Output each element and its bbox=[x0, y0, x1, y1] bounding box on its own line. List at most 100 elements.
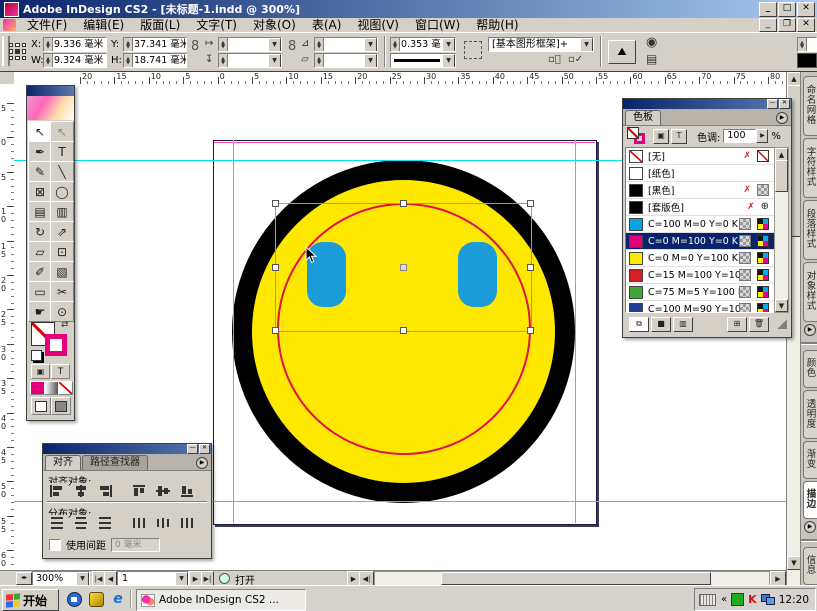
horizontal-scrollbar-thumb[interactable] bbox=[441, 572, 711, 585]
swap-fill-stroke-icon[interactable]: ⇄ bbox=[61, 320, 69, 330]
scroll-down-icon[interactable]: ▼ bbox=[787, 556, 801, 570]
prev-page-icon[interactable]: ◀ bbox=[104, 571, 117, 586]
scissors-tool-icon[interactable]: ✂ bbox=[50, 281, 74, 302]
selection-tool-icon[interactable]: ↖ bbox=[28, 121, 52, 142]
align-vcenter-button[interactable] bbox=[153, 483, 173, 498]
rotation-field[interactable]: ▲▼▼ bbox=[314, 37, 378, 52]
height-field[interactable]: ▲▼ 18.741 毫米 bbox=[123, 53, 187, 68]
quicklaunch-show-desktop-icon[interactable] bbox=[66, 591, 82, 607]
formatting-affects-container-button[interactable]: ▣ bbox=[31, 364, 50, 379]
direct-selection-tool-icon[interactable]: ↖ bbox=[50, 121, 74, 142]
eyedropper-tool-icon[interactable]: ✐ bbox=[28, 261, 52, 282]
align-right-button[interactable] bbox=[95, 483, 115, 498]
swatches-close-icon[interactable]: ✕ bbox=[779, 99, 790, 109]
menu-8[interactable]: 帮助(H) bbox=[468, 18, 526, 32]
dock-menu-icon[interactable]: ▶ bbox=[804, 521, 816, 533]
align-close-icon[interactable]: ✕ bbox=[199, 444, 210, 454]
maximize-button[interactable]: □ bbox=[778, 2, 796, 17]
menu-0[interactable]: 文件(F) bbox=[19, 18, 75, 32]
dock-tab-8[interactable]: 信息 bbox=[803, 547, 817, 585]
horizontal-scrollbar[interactable] bbox=[374, 571, 770, 586]
stroke-swatch-magenta[interactable] bbox=[45, 334, 67, 356]
dock-tab-3[interactable]: 对象样式 bbox=[803, 262, 817, 322]
tray-keyboard-icon[interactable] bbox=[699, 594, 716, 606]
swatch-row[interactable]: [纸色] bbox=[626, 165, 775, 182]
selection-handle[interactable] bbox=[272, 327, 279, 334]
swatch-row[interactable]: C=15 M=100 Y=100 K=0 bbox=[626, 267, 775, 284]
swatch-row[interactable]: C=0 M=100 Y=0 K=0 bbox=[626, 233, 775, 250]
fill-proxy-black[interactable] bbox=[797, 53, 817, 68]
selection-center-point[interactable] bbox=[400, 264, 407, 271]
swatches-title-bar[interactable]: — ✕ bbox=[623, 99, 791, 109]
constrain-scale-link-icon[interactable]: 8 bbox=[288, 41, 296, 53]
tray-ime-icon[interactable] bbox=[731, 593, 744, 606]
dock-tab-4[interactable]: 颜色 bbox=[803, 350, 817, 388]
menu-7[interactable]: 窗口(W) bbox=[407, 18, 468, 32]
selection-handle[interactable] bbox=[527, 200, 534, 207]
zoom-tool-icon[interactable]: ⊙ bbox=[50, 301, 74, 322]
align-menu-icon[interactable]: ▶ bbox=[196, 457, 208, 469]
stroke-type-select[interactable]: ▼ bbox=[390, 53, 456, 68]
show-gradient-swatches-button[interactable]: ▥ bbox=[673, 317, 693, 332]
swatch-row[interactable]: [套版色]✗⊕ bbox=[626, 199, 775, 216]
normal-view-mode-button[interactable] bbox=[31, 397, 51, 415]
apply-gradient-button[interactable] bbox=[44, 381, 59, 395]
distribute-left-button[interactable] bbox=[129, 515, 149, 530]
selection-handle[interactable] bbox=[527, 264, 534, 271]
object-style-select[interactable]: [基本图形框架]+ ▼ bbox=[488, 37, 594, 52]
fill-stroke-proxy-icon[interactable] bbox=[627, 127, 649, 145]
affect-text-icon[interactable]: T bbox=[671, 129, 687, 144]
swatch-row[interactable]: C=75 M=5 Y=100 K=0 bbox=[626, 284, 775, 301]
show-all-swatches-button[interactable]: ⧉ bbox=[629, 317, 649, 332]
ellipse-tool-icon[interactable]: ◯ bbox=[50, 181, 74, 202]
doc-restore-button[interactable]: ❐ bbox=[778, 18, 796, 32]
menu-6[interactable]: 视图(V) bbox=[349, 18, 407, 32]
gradient-tool-icon[interactable]: ▧ bbox=[50, 261, 74, 282]
tray-network-icon[interactable] bbox=[761, 594, 775, 605]
tab-swatches[interactable]: 色板 bbox=[625, 110, 661, 125]
minimize-button[interactable]: _ bbox=[759, 2, 777, 17]
tint-field[interactable]: 100 bbox=[723, 129, 756, 143]
selection-handle[interactable] bbox=[400, 327, 407, 334]
x-field[interactable]: ▲▼ 9.336 毫米 bbox=[43, 37, 107, 52]
constrain-wh-link-icon[interactable]: 8 bbox=[191, 41, 199, 53]
width-field[interactable]: ▲▼ 9.324 毫米 bbox=[43, 53, 107, 68]
type-tool-icon[interactable]: T bbox=[50, 141, 74, 162]
zoom-stepper[interactable]: ◂▸ bbox=[16, 572, 32, 585]
control-menu-icon[interactable]: ▤ bbox=[646, 53, 657, 65]
distribute-top-button[interactable] bbox=[47, 515, 67, 530]
dock-tab-6[interactable]: 渐变 bbox=[803, 441, 817, 479]
swatch-scrollbar-thumb[interactable] bbox=[775, 160, 788, 192]
tray-antivirus-icon[interactable]: K bbox=[748, 593, 757, 606]
line-tool-icon[interactable]: ╲ bbox=[50, 161, 74, 182]
apply-none-button[interactable] bbox=[58, 381, 73, 395]
use-spacing-checkbox[interactable] bbox=[49, 539, 61, 551]
taskbar-task-indesign[interactable]: Adobe InDesign CS2 ... bbox=[136, 589, 306, 611]
dock-tab-0[interactable]: 命名网格 bbox=[803, 76, 817, 136]
scroll-right-icon[interactable]: ▶ bbox=[770, 571, 786, 586]
palette-resize-grip[interactable] bbox=[777, 319, 787, 329]
clear-overrides-icon[interactable]: ▫⃠ bbox=[548, 54, 561, 66]
selection-handle[interactable] bbox=[272, 200, 279, 207]
swatches-minimize-icon[interactable]: — bbox=[767, 99, 778, 109]
last-page-icon[interactable]: ▶| bbox=[201, 571, 214, 586]
y-field[interactable]: ▲▼ 37.341 毫米 bbox=[123, 37, 187, 52]
menu-4[interactable]: 对象(O) bbox=[245, 18, 304, 32]
horizontal-grid-tool-icon[interactable]: ▤ bbox=[28, 201, 52, 222]
align-top-button[interactable] bbox=[129, 483, 149, 498]
selection-handle[interactable] bbox=[272, 264, 279, 271]
dock-tab-2[interactable]: 段落样式 bbox=[803, 200, 817, 260]
swatch-row[interactable]: C=100 M=0 Y=0 K=0 bbox=[626, 216, 775, 233]
align-left-button[interactable] bbox=[47, 483, 67, 498]
affect-container-icon[interactable]: ▣ bbox=[653, 129, 669, 144]
doc-close-button[interactable]: ✕ bbox=[797, 18, 815, 32]
stroke-weight-field[interactable]: ▲▼ 0.353 毫 ▼ bbox=[390, 37, 456, 52]
style-new-icon[interactable]: ▫✓ bbox=[568, 54, 583, 66]
go-to-bridge-button[interactable]: ⛰ bbox=[608, 40, 636, 64]
distribute-hcenter-button[interactable] bbox=[153, 515, 173, 530]
doc-minimize-button[interactable]: _ bbox=[759, 18, 777, 32]
spacing-field[interactable]: 0 毫米 bbox=[111, 538, 160, 552]
tab-pathfinder[interactable]: 路径查找器 bbox=[82, 455, 148, 470]
swatch-row[interactable]: C=0 M=0 Y=100 K=0 bbox=[626, 250, 775, 267]
swatches-menu-icon[interactable]: ▶ bbox=[776, 112, 788, 124]
